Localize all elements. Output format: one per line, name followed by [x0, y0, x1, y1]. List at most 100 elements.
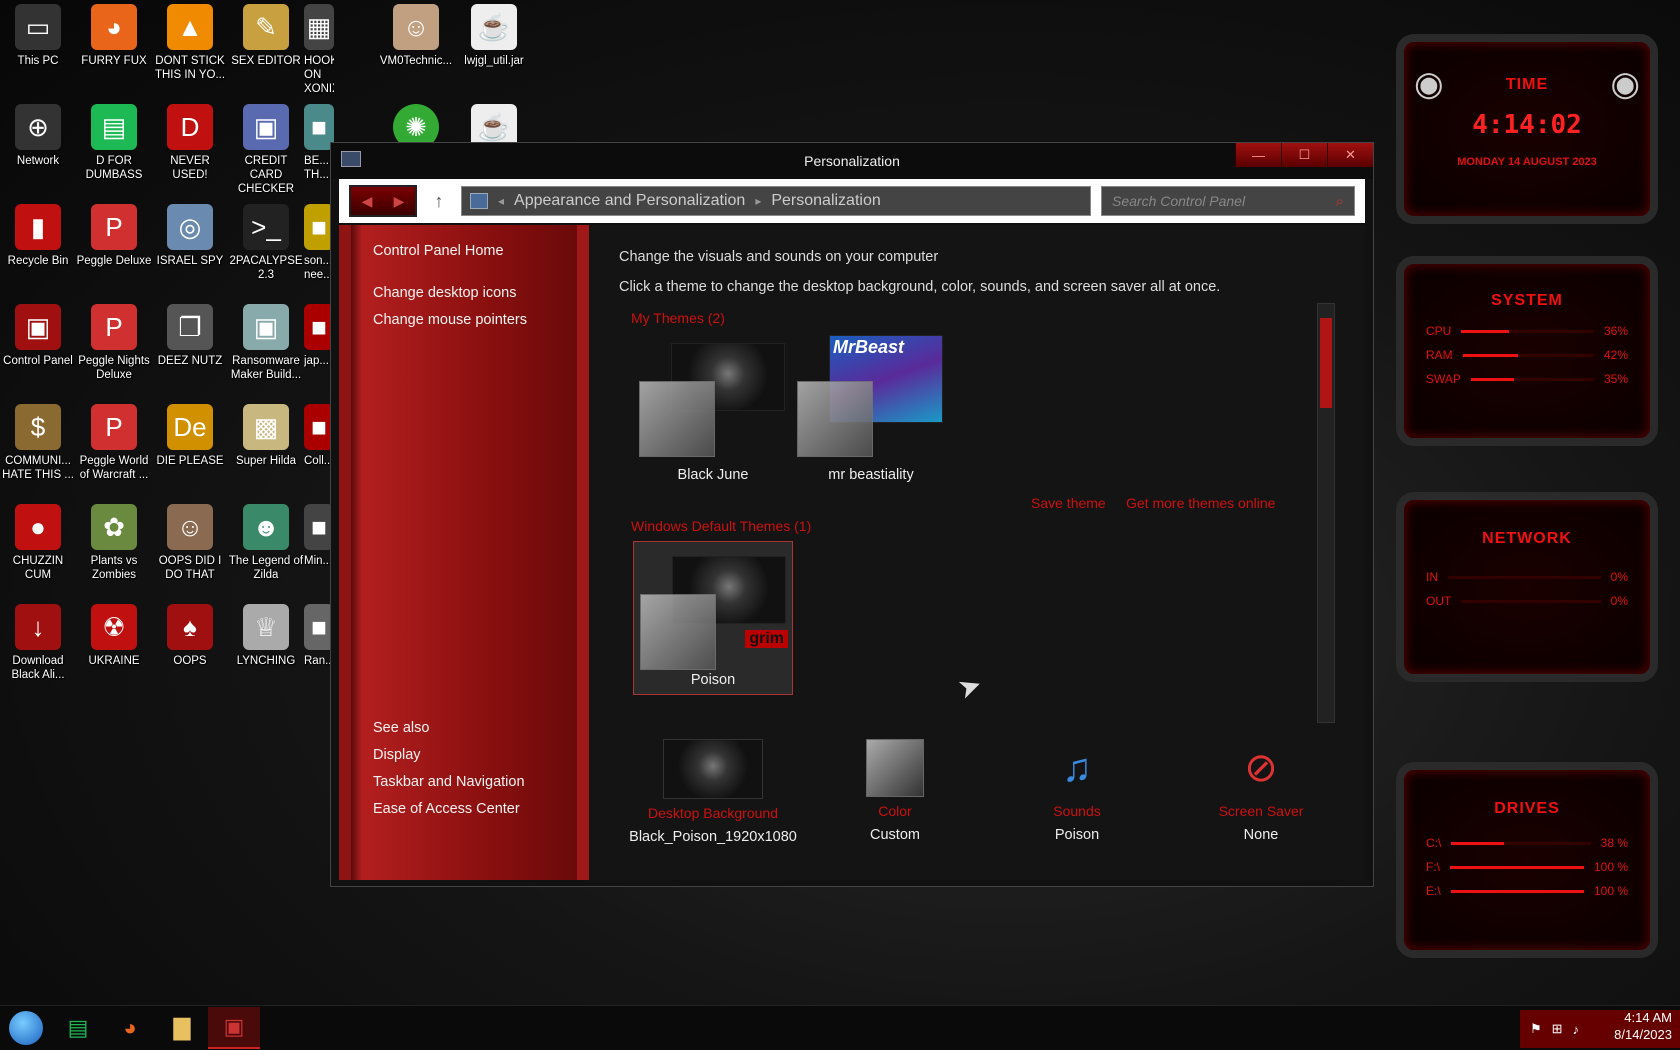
radiation-icon: ☢: [91, 604, 137, 650]
desktop-icon[interactable]: ▩ Super Hilda: [228, 404, 304, 504]
theme-name: Black June: [677, 467, 749, 483]
color-swatch: [797, 381, 873, 457]
desktop-icon[interactable]: $ COMMUNI... HATE THIS ...: [0, 404, 76, 504]
desktop-icon[interactable]: ▣ Control Panel: [0, 304, 76, 404]
desktop-icon[interactable]: ● CHUZZIN CUM: [0, 504, 76, 604]
desktop-icon[interactable]: ▦ HOOKED ON XONIX: [304, 4, 334, 104]
up-arrow-icon[interactable]: ↑: [427, 191, 451, 212]
personalization-window: Personalization — ☐ ✕ ◀ ▶ ↑ ◂ Appearance…: [330, 142, 1374, 887]
desktop-icon[interactable]: >_ 2PACALYPSE 2.3: [228, 204, 304, 304]
chevron-right-icon[interactable]: ▸: [755, 194, 761, 208]
desktop-icon[interactable]: ✎ SEX EDITOR: [228, 4, 304, 104]
desktop-icon[interactable]: De DIE PLEASE: [152, 404, 228, 504]
get-more-themes-link[interactable]: Get more themes online: [1126, 495, 1275, 511]
my-themes-label[interactable]: My Themes (2): [631, 310, 725, 326]
maximize-button[interactable]: ☐: [1281, 143, 1327, 167]
breadcrumb-personalization[interactable]: Personalization: [771, 192, 880, 210]
file-explorer-icon[interactable]: ▇: [156, 1007, 208, 1049]
network-gadget-title: NETWORK: [1482, 530, 1572, 547]
system-rows: CPU 36% RAM 42% SWAP 35%: [1404, 324, 1650, 386]
theme-poison[interactable]: grim Poison: [633, 541, 793, 695]
themes-scrollbar[interactable]: [1317, 303, 1335, 723]
search-icon[interactable]: ⌕: [1336, 193, 1344, 210]
theme-black-june[interactable]: Black June: [633, 343, 793, 483]
taskbar-clock[interactable]: 4:14 AM 8/14/2023: [1614, 1009, 1672, 1043]
search-input[interactable]: Search Control Panel ⌕: [1101, 186, 1355, 216]
see-also-heading: See also: [373, 720, 430, 736]
chevron-left-icon[interactable]: ◂: [498, 194, 504, 208]
desktop-icon[interactable]: P Peggle World of Warcraft ...: [76, 404, 152, 504]
start-orb-icon[interactable]: [0, 1007, 52, 1049]
desktop-icon[interactable]: ◎ ISRAEL SPY: [152, 204, 228, 304]
address-bar[interactable]: ◂ Appearance and Personalization ▸ Perso…: [461, 186, 1091, 216]
desktop-icon[interactable]: ☺ OOPS DID I DO THAT: [152, 504, 228, 604]
desktop-icon[interactable]: P Peggle Deluxe: [76, 204, 152, 304]
desktop-icon[interactable]: ✿ Plants vs Zombies: [76, 504, 152, 604]
network-gadget[interactable]: NETWORK IN 0% OUT 0%: [1396, 492, 1658, 682]
desktop-icon[interactable]: ⊕ Network: [0, 104, 76, 204]
color-swatch: [866, 739, 924, 797]
default-themes-label[interactable]: Windows Default Themes (1): [631, 518, 811, 534]
card-icon: ♠: [167, 604, 213, 650]
java-icon: ☕: [471, 4, 517, 50]
chat-icon: ▤: [91, 104, 137, 150]
desktop-background-setting[interactable]: Desktop Background Black_Poison_1920x108…: [623, 739, 803, 845]
forward-arrow-icon[interactable]: ▶: [394, 193, 405, 210]
back-arrow-icon[interactable]: ◀: [362, 193, 373, 210]
change-mouse-pointers-link[interactable]: Change mouse pointers: [373, 312, 527, 328]
desktop-icon[interactable]: ▣ CREDIT CARD CHECKER: [228, 104, 304, 204]
breadcrumb-appearance[interactable]: Appearance and Personalization: [514, 192, 745, 210]
color-setting[interactable]: Color Custom: [805, 739, 985, 843]
volume-icon[interactable]: ♪: [1573, 1022, 1580, 1037]
theme-thumbnail: [633, 343, 793, 461]
desktop-icon[interactable]: ▤ D FOR DUMBASS: [76, 104, 152, 204]
minimize-button[interactable]: —: [1235, 143, 1281, 167]
chat-icon[interactable]: ▤: [52, 1007, 104, 1049]
time-gadget[interactable]: ◉ ◉ TIME 4:14:02 MONDAY 14 AUGUST 2023: [1396, 34, 1658, 224]
firefox-icon[interactable]: ◕: [104, 1007, 156, 1049]
desktop-icon-vm0technic[interactable]: ☺ VM0Technic...: [378, 4, 454, 68]
system-usage-fill: [1461, 330, 1510, 333]
desktop-icon[interactable]: ▮ Recycle Bin: [0, 204, 76, 304]
window-controls: — ☐ ✕: [1235, 143, 1373, 167]
ease-of-access-link[interactable]: Ease of Access Center: [373, 801, 520, 817]
screen-saver-setting[interactable]: ⊘ Screen Saver None: [1171, 739, 1351, 843]
desktop-icon[interactable]: D NEVER USED!: [152, 104, 228, 204]
desktop-icon-label: Super Hilda: [235, 455, 297, 467]
flag-icon[interactable]: ⚑: [1530, 1021, 1542, 1037]
title-bar[interactable]: Personalization — ☐ ✕: [331, 143, 1373, 179]
chuzzle-icon: ●: [15, 504, 61, 550]
desktop-icon-lwjgl[interactable]: ☕ lwjgl_util.jar: [456, 4, 532, 68]
system-usage-bar: [1470, 378, 1594, 381]
desktop-icon[interactable]: ☻ The Legend of Zilda: [228, 504, 304, 604]
control-panel-home-link[interactable]: Control Panel Home: [373, 243, 504, 259]
desktop-background-thumbnail: [663, 739, 763, 799]
control-panel-icon[interactable]: ▣: [208, 1007, 260, 1049]
drives-gadget[interactable]: DRIVES C:\ 38 % F:\ 100 % E:\ 100 %: [1396, 762, 1658, 958]
desktop-icon[interactable]: ❐ DEEZ NUTZ: [152, 304, 228, 404]
save-theme-link[interactable]: Save theme: [1031, 495, 1106, 511]
theme-mr-beastiality[interactable]: MrBeast mr beastiality: [791, 335, 951, 483]
drives-row-value: 38 %: [1600, 836, 1628, 850]
change-desktop-icons-link[interactable]: Change desktop icons: [373, 285, 517, 301]
display-link[interactable]: Display: [373, 747, 421, 763]
scrollbar-thumb[interactable]: [1320, 318, 1332, 408]
system-usage-bar: [1462, 354, 1594, 357]
peggle-icon: P: [91, 204, 137, 250]
sounds-setting[interactable]: ♫ Sounds Poison: [987, 739, 1167, 843]
close-button[interactable]: ✕: [1327, 143, 1373, 167]
desktop-icon[interactable]: P Peggle Nights Deluxe: [76, 304, 152, 404]
desktop-icon[interactable]: ☢ UKRAINE: [76, 604, 152, 704]
system-gadget[interactable]: SYSTEM CPU 36% RAM 42% SWAP 35%: [1396, 256, 1658, 446]
desktop-icon[interactable]: ◕ FURRY FUX: [76, 4, 152, 104]
desktop-icon[interactable]: ▭ This PC: [0, 4, 76, 104]
network-tray-icon[interactable]: ⊞: [1552, 1021, 1563, 1037]
desktop-icon[interactable]: ↓ Download Black Ali...: [0, 604, 76, 704]
desktop-icon[interactable]: ▲ DONT STICK THIS IN YO...: [152, 4, 228, 104]
desktop-icon[interactable]: ♕ LYNCHING: [228, 604, 304, 704]
gadget-clock: 4:14:02: [1472, 110, 1582, 140]
desktop-icon[interactable]: ♠ OOPS: [152, 604, 228, 704]
system-row-label: CPU: [1426, 324, 1452, 338]
desktop-icon[interactable]: ▣ Ransomware Maker Build...: [228, 304, 304, 404]
taskbar-navigation-link[interactable]: Taskbar and Navigation: [373, 774, 525, 790]
